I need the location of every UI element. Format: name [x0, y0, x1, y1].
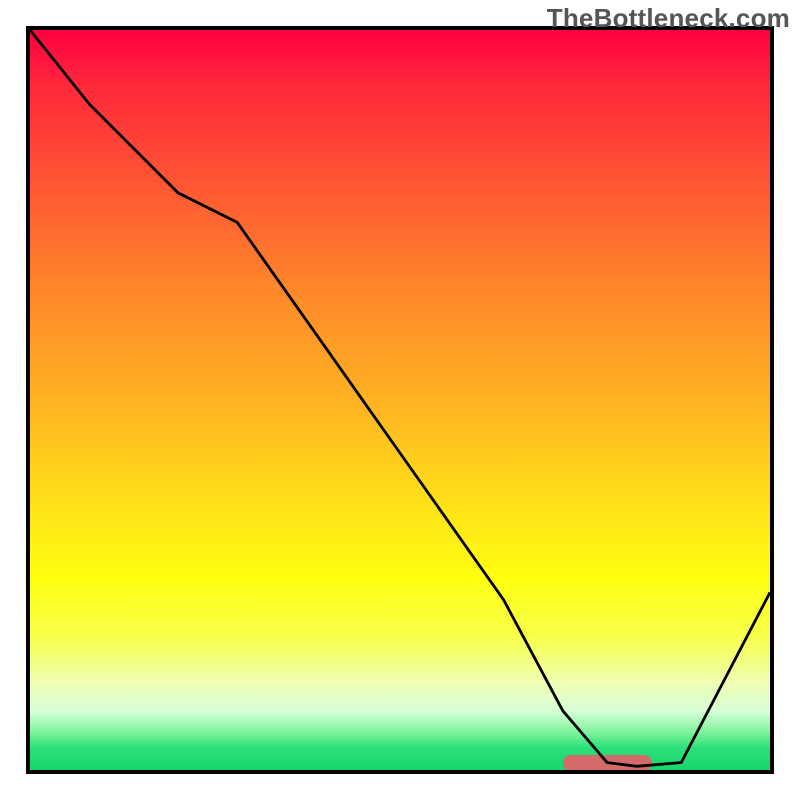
curve-path	[30, 30, 770, 766]
chart-container: TheBottleneck.com	[0, 0, 800, 800]
plot-area	[26, 26, 774, 774]
watermark-text: TheBottleneck.com	[547, 3, 790, 34]
bottleneck-curve	[30, 30, 770, 770]
